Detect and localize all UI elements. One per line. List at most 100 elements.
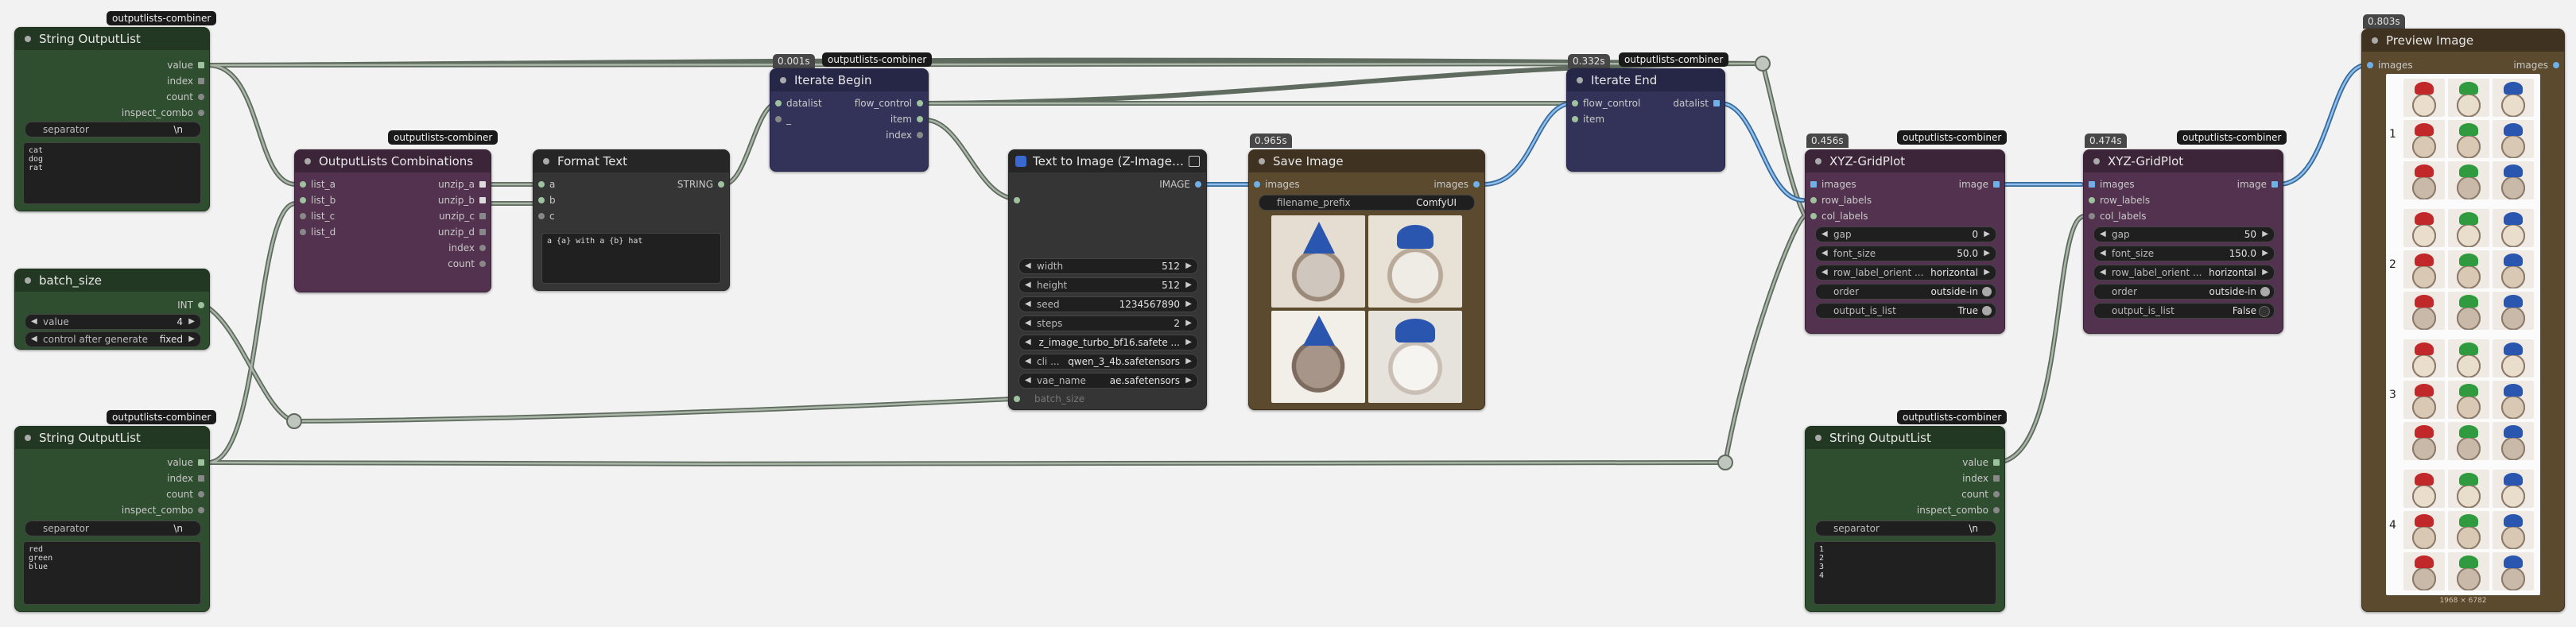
text-to-image-node[interactable]: Text to Image (Z-Image-Tu... IMAGE ◀ widt… <box>1008 149 1207 410</box>
output-socket-icon[interactable] <box>2271 181 2278 188</box>
toggle-icon[interactable] <box>1982 306 1992 315</box>
steps-widget[interactable]: ◀ steps 2 ▶ <box>1018 315 1198 331</box>
output-images[interactable]: images <box>1433 177 1484 192</box>
decrement-arrow-icon[interactable]: ◀ <box>1821 246 1828 261</box>
output-socket-icon[interactable] <box>198 94 204 100</box>
increment-arrow-icon[interactable]: ▶ <box>1185 297 1192 312</box>
input-list-c[interactable]: list_c <box>295 209 335 223</box>
decrement-arrow-icon[interactable]: ◀ <box>31 315 37 329</box>
output-socket-icon[interactable] <box>479 245 486 251</box>
toggle-icon[interactable] <box>2259 306 2270 317</box>
input-socket-icon[interactable] <box>300 229 306 235</box>
decrement-arrow-icon[interactable]: ◀ <box>31 332 37 346</box>
decrement-arrow-icon[interactable]: ◀ <box>1025 278 1031 292</box>
seed-widget[interactable]: ◀ seed 1234567890 ▶ <box>1018 296 1198 312</box>
collapse-dot-icon[interactable] <box>1815 158 1821 164</box>
input-images[interactable]: images <box>1249 177 1300 192</box>
saved-images-preview[interactable] <box>1271 215 1462 403</box>
gap-widget[interactable]: ◀ gap 0 ▶ <box>1815 226 1996 242</box>
output-unzip-a[interactable]: unzip_a <box>438 177 491 192</box>
output-value[interactable]: value <box>1962 455 2004 470</box>
output-image[interactable]: image <box>1959 177 2004 192</box>
input-socket-icon[interactable] <box>1254 181 1260 188</box>
clip-widget[interactable]: ◀ cli ... qwen_3_4b.safetensors ▶ <box>1018 354 1198 370</box>
output-socket-icon[interactable] <box>198 78 204 84</box>
output-int[interactable]: INT <box>177 298 209 312</box>
output-socket-icon[interactable] <box>1993 459 2000 466</box>
collapse-dot-icon[interactable] <box>780 77 786 83</box>
output-image[interactable]: IMAGE <box>1159 177 1206 192</box>
output-inspect-combo[interactable]: inspect_combo <box>1917 503 2004 517</box>
input-col-labels[interactable]: col_labels <box>2084 209 2147 223</box>
separator-widget[interactable]: separator \n <box>25 122 201 137</box>
increment-arrow-icon[interactable]: ▶ <box>1185 316 1192 331</box>
input-socket-icon[interactable] <box>538 197 545 203</box>
output-count[interactable]: count <box>1961 487 2004 501</box>
input-b[interactable]: b <box>533 193 556 207</box>
filename-prefix-widget[interactable]: filename_prefix ComfyUI <box>1259 195 1475 211</box>
output-item[interactable]: item <box>890 112 928 126</box>
output-socket-icon[interactable] <box>198 491 204 497</box>
decrement-arrow-icon[interactable]: ◀ <box>1025 373 1031 388</box>
output-socket-icon[interactable] <box>479 181 486 188</box>
iterate-begin-node[interactable]: Iterate Begin datalist _ flow_control it… <box>770 68 929 172</box>
output-count[interactable]: count <box>166 487 209 501</box>
text-input[interactable]: 1 2 3 4 <box>1814 541 1996 605</box>
height-widget[interactable]: ◀ height 512 ▶ <box>1018 277 1198 293</box>
output-images[interactable]: images <box>2513 58 2564 72</box>
open-subgraph-icon[interactable] <box>1189 156 1200 167</box>
input-socket-icon[interactable] <box>1810 213 1817 219</box>
output-socket-icon[interactable] <box>2553 62 2559 68</box>
node-graph-canvas[interactable]: outputlists-combiner String OutputList v… <box>0 0 2576 627</box>
format-template-input[interactable]: a {a} with a {b} hat <box>541 233 721 284</box>
decrement-arrow-icon[interactable]: ◀ <box>1025 316 1031 331</box>
input-a[interactable]: a <box>533 177 555 192</box>
increment-arrow-icon[interactable]: ▶ <box>1984 227 1990 242</box>
input-flow-control[interactable]: flow_control <box>1567 96 1640 110</box>
input-row-labels[interactable]: row_labels <box>1806 193 1872 207</box>
collapse-dot-icon[interactable] <box>543 158 549 164</box>
output-index[interactable]: index <box>167 74 209 88</box>
output-socket-icon[interactable] <box>917 116 923 122</box>
input-socket-icon[interactable] <box>300 181 306 188</box>
output-is-list-widget[interactable]: output_is_list True <box>1815 303 1996 319</box>
decrement-arrow-icon[interactable]: ◀ <box>2100 246 2106 261</box>
output-socket-icon[interactable] <box>917 100 923 106</box>
format-text-node[interactable]: Format Text a b c STRING a {a} with a {b… <box>533 149 730 291</box>
separator-widget[interactable]: separator \n <box>25 521 201 536</box>
output-value[interactable]: value <box>167 58 209 72</box>
output-socket-icon[interactable] <box>1993 491 2000 497</box>
width-widget[interactable]: ◀ width 512 ▶ <box>1018 258 1198 274</box>
output-unzip-c[interactable]: unzip_c <box>439 209 491 223</box>
increment-arrow-icon[interactable]: ▶ <box>1185 354 1192 369</box>
vae-widget[interactable]: ◀ vae_name ae.safetensors ▶ <box>1018 373 1198 389</box>
model-widget[interactable]: ◀ z_image_turbo_bf16.safete ... ▶ <box>1018 335 1198 350</box>
output-socket-icon[interactable] <box>198 459 204 466</box>
output-index[interactable]: index <box>448 241 491 255</box>
decrement-arrow-icon[interactable]: ◀ <box>1025 259 1031 273</box>
collapse-dot-icon[interactable] <box>2093 158 2100 164</box>
decrement-arrow-icon[interactable]: ◀ <box>1025 335 1031 350</box>
value-widget[interactable]: ◀ value 4 ▶ <box>25 314 201 330</box>
input-list-a[interactable]: list_a <box>295 177 336 192</box>
collapse-dot-icon[interactable] <box>25 277 31 284</box>
output-socket-icon[interactable] <box>1993 475 2000 482</box>
xyz-gridplot-node-1[interactable]: XYZ-GridPlot images row_labels col_label… <box>1805 149 2005 334</box>
output-flow-control[interactable]: flow_control <box>855 96 928 110</box>
string-outputlist-node-3[interactable]: String OutputList value index count insp… <box>1805 426 2005 612</box>
outputlists-combinations-node[interactable]: OutputLists Combinations list_a list_b l… <box>294 149 491 292</box>
separator-widget[interactable]: separator \n <box>1815 521 1996 536</box>
output-count[interactable]: count <box>166 90 209 104</box>
grid-plot-preview[interactable]: 1 2 3 4 <box>2386 74 2540 595</box>
output-socket-icon[interactable] <box>198 302 204 308</box>
output-index[interactable]: index <box>167 471 209 486</box>
output-inspect-combo[interactable]: inspect_combo <box>122 106 209 120</box>
output-socket-icon[interactable] <box>1473 181 1480 188</box>
collapse-dot-icon[interactable] <box>25 435 31 441</box>
output-socket-icon[interactable] <box>1713 100 1720 106</box>
order-widget[interactable]: order outside-in <box>1815 284 1996 300</box>
output-socket-icon[interactable] <box>198 507 204 513</box>
decrement-arrow-icon[interactable]: ◀ <box>1821 265 1828 280</box>
output-index[interactable]: index <box>1962 471 2004 486</box>
decrement-arrow-icon[interactable]: ◀ <box>1821 227 1828 242</box>
